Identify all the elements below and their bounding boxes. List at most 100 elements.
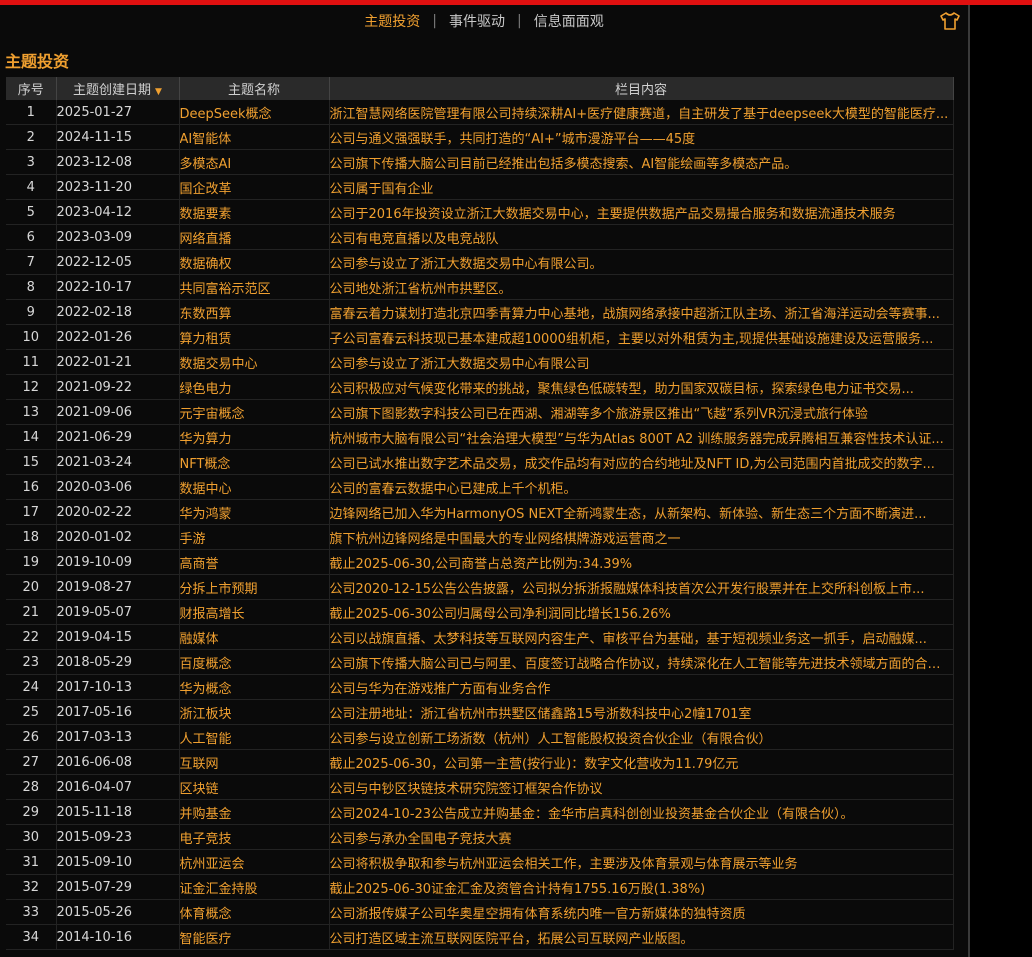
- row-theme-name[interactable]: 分拆上市预期: [179, 574, 330, 600]
- row-content: 公司与通义强强联手，共同打造的“AI+”城市漫游平台——45度: [329, 124, 954, 150]
- table-row[interactable]: 5 2023-04-12 数据要素 公司于2016年投资设立浙江大数据交易中心，主要提…: [6, 199, 954, 225]
- table-row[interactable]: 32 2015-07-29 证金汇金持股 截止2025-06-30证金汇金及资管合计持…: [6, 874, 954, 900]
- row-content: 公司与华为在游戏推广方面有业务合作: [329, 674, 954, 700]
- table-row[interactable]: 26 2017-03-13 人工智能 公司参与设立创新工场浙数（杭州）人工智能股权投资…: [6, 724, 954, 750]
- table-row[interactable]: 7 2022-12-05 数据确权 公司参与设立了浙江大数据交易中心有限公司。: [6, 249, 954, 275]
- table-row[interactable]: 23 2018-05-29 百度概念 公司旗下传播大脑公司已与阿里、百度签订战略合作协…: [6, 649, 954, 675]
- row-theme-name[interactable]: 浙江板块: [179, 699, 330, 725]
- shirt-icon[interactable]: [940, 12, 960, 30]
- row-index: 13: [6, 399, 57, 425]
- row-theme-name[interactable]: 手游: [179, 524, 330, 550]
- row-theme-name[interactable]: 证金汇金持股: [179, 874, 330, 900]
- row-theme-name[interactable]: 区块链: [179, 774, 330, 800]
- row-theme-name[interactable]: 百度概念: [179, 649, 330, 675]
- table-row[interactable]: 29 2015-11-18 并购基金 公司2024-10-23公告成立并购基金：金华市…: [6, 799, 954, 825]
- row-content: 截止2025-06-30证金汇金及资管合计持有1755.16万股(1.38%): [329, 874, 954, 900]
- row-theme-name[interactable]: 华为概念: [179, 674, 330, 700]
- row-theme-name[interactable]: 人工智能: [179, 724, 330, 750]
- table-row[interactable]: 31 2015-09-10 杭州亚运会 公司将积极争取和参与杭州亚运会相关工作，主要涉…: [6, 849, 954, 875]
- table-row[interactable]: 10 2022-01-26 算力租赁 子公司富春云科技现已基本建成超10000组机柜，…: [6, 324, 954, 350]
- row-theme-name[interactable]: 共同富裕示范区: [179, 274, 330, 300]
- table-row[interactable]: 17 2020-02-22 华为鸿蒙 边锋网络已加入华为HarmonyOS NEXT全…: [6, 499, 954, 525]
- row-theme-name[interactable]: 数据要素: [179, 199, 330, 225]
- row-theme-name[interactable]: AI智能体: [179, 124, 330, 150]
- row-date: 2019-08-27: [56, 574, 180, 600]
- row-index: 30: [6, 824, 57, 850]
- table-row[interactable]: 24 2017-10-13 华为概念 公司与华为在游戏推广方面有业务合作: [6, 674, 954, 700]
- table-row[interactable]: 12 2021-09-22 绿色电力 公司积极应对气候变化带来的挑战，聚焦绿色低碳转型…: [6, 374, 954, 400]
- table-row[interactable]: 30 2015-09-23 电子竞技 公司参与承办全国电子竞技大赛: [6, 824, 954, 850]
- row-theme-name[interactable]: 数据交易中心: [179, 349, 330, 375]
- table-row[interactable]: 3 2023-12-08 多模态AI 公司旗下传播大脑公司目前已经推出包括多模态搜索、…: [6, 149, 954, 175]
- row-theme-name[interactable]: 华为鸿蒙: [179, 499, 330, 525]
- row-content: 公司积极应对气候变化带来的挑战，聚焦绿色低碳转型，助力国家双碳目标，探索绿色电力…: [329, 374, 954, 400]
- tab-theme-investment[interactable]: 主题投资: [352, 11, 432, 31]
- row-index: 23: [6, 649, 57, 675]
- row-theme-name[interactable]: 网络直播: [179, 224, 330, 250]
- row-theme-name[interactable]: 电子竞技: [179, 824, 330, 850]
- table-row[interactable]: 6 2023-03-09 网络直播 公司有电竞直播以及电竞战队: [6, 224, 954, 250]
- row-theme-name[interactable]: 数据中心: [179, 474, 330, 500]
- row-theme-name[interactable]: 国企改革: [179, 174, 330, 200]
- row-index: 4: [6, 174, 57, 200]
- row-theme-name[interactable]: 体育概念: [179, 899, 330, 925]
- table-row[interactable]: 1 2025-01-27 DeepSeek概念 浙江智慧网络医院管理有限公司持续深耕A…: [6, 100, 954, 125]
- col-header-date[interactable]: 主题创建日期 ▼: [56, 77, 180, 100]
- row-theme-name[interactable]: 绿色电力: [179, 374, 330, 400]
- table-row[interactable]: 11 2022-01-21 数据交易中心 公司参与设立了浙江大数据交易中心有限公司: [6, 349, 954, 375]
- table-row[interactable]: 2 2024-11-15 AI智能体 公司与通义强强联手，共同打造的“AI+”城市漫游…: [6, 124, 954, 150]
- row-theme-name[interactable]: 融媒体: [179, 624, 330, 650]
- row-theme-name[interactable]: 并购基金: [179, 799, 330, 825]
- sort-desc-icon[interactable]: ▼: [155, 87, 162, 97]
- row-theme-name[interactable]: NFT概念: [179, 449, 330, 475]
- table-row[interactable]: 21 2019-05-07 财报高增长 截止2025-06-30公司归属母公司净利润同…: [6, 599, 954, 625]
- table-row[interactable]: 18 2020-01-02 手游 旗下杭州边锋网络是中国最大的专业网络棋牌游戏运营商之…: [6, 524, 954, 550]
- row-content: 公司与中钞区块链技术研究院签订框架合作协议: [329, 774, 954, 800]
- tab-info-overview[interactable]: 信息面面观: [522, 11, 616, 31]
- table-row[interactable]: 4 2023-11-20 国企改革 公司属于国有企业: [6, 174, 954, 200]
- row-index: 26: [6, 724, 57, 750]
- row-theme-name[interactable]: 数据确权: [179, 249, 330, 275]
- table-row[interactable]: 28 2016-04-07 区块链 公司与中钞区块链技术研究院签订框架合作协议: [6, 774, 954, 800]
- table-row[interactable]: 9 2022-02-18 东数西算 富春云着力谋划打造北京四季青算力中心基地，战旗网络…: [6, 299, 954, 325]
- col-header-content[interactable]: 栏目内容: [329, 77, 954, 100]
- row-date: 2025-01-27: [56, 100, 180, 125]
- table-row[interactable]: 8 2022-10-17 共同富裕示范区 公司地处浙江省杭州市拱墅区。: [6, 274, 954, 300]
- row-date: 2017-05-16: [56, 699, 180, 725]
- row-theme-name[interactable]: 东数西算: [179, 299, 330, 325]
- row-content: 公司地处浙江省杭州市拱墅区。: [329, 274, 954, 300]
- col-header-theme-name[interactable]: 主题名称: [179, 77, 330, 100]
- table-body: 1 2025-01-27 DeepSeek概念 浙江智慧网络医院管理有限公司持续深耕A…: [6, 100, 954, 950]
- table-row[interactable]: 34 2014-10-16 智能医疗 公司打造区域主流互联网医院平台，拓展公司互联网产…: [6, 924, 954, 950]
- table-row[interactable]: 13 2021-09-06 元宇宙概念 公司旗下图影数字科技公司已在西湖、湘湖等多个旅…: [6, 399, 954, 425]
- table-row[interactable]: 22 2019-04-15 融媒体 公司以战旗直播、太梦科技等互联网内容生产、审核平台…: [6, 624, 954, 650]
- table-row[interactable]: 20 2019-08-27 分拆上市预期 公司2020-12-15公告公告披露，公司拟…: [6, 574, 954, 600]
- row-date: 2022-01-21: [56, 349, 180, 375]
- table-row[interactable]: 15 2021-03-24 NFT概念 公司已试水推出数字艺术品交易，成交作品均有对应…: [6, 449, 954, 475]
- row-theme-name[interactable]: 杭州亚运会: [179, 849, 330, 875]
- row-theme-name[interactable]: 互联网: [179, 749, 330, 775]
- table-row[interactable]: 16 2020-03-06 数据中心 公司的富春云数据中心已建成上千个机柜。: [6, 474, 954, 500]
- row-theme-name[interactable]: 算力租赁: [179, 324, 330, 350]
- row-theme-name[interactable]: 智能医疗: [179, 924, 330, 950]
- row-theme-name[interactable]: 高商誉: [179, 549, 330, 575]
- table-row[interactable]: 25 2017-05-16 浙江板块 公司注册地址：浙江省杭州市拱墅区储鑫路15号浙数…: [6, 699, 954, 725]
- row-theme-name[interactable]: DeepSeek概念: [179, 100, 330, 125]
- row-date: 2023-12-08: [56, 149, 180, 175]
- table-row[interactable]: 27 2016-06-08 互联网 截止2025-06-30，公司第一主营(按行业)：…: [6, 749, 954, 775]
- row-date: 2020-01-02: [56, 524, 180, 550]
- row-content: 公司已试水推出数字艺术品交易，成交作品均有对应的合约地址及NFT ID,为公司范…: [329, 449, 954, 475]
- row-theme-name[interactable]: 华为算力: [179, 424, 330, 450]
- table-row[interactable]: 14 2021-06-29 华为算力 杭州城市大脑有限公司“社会治理大模型”与华为At…: [6, 424, 954, 450]
- table-row[interactable]: 33 2015-05-26 体育概念 公司浙报传媒子公司华奥星空拥有体育系统内唯一官方…: [6, 899, 954, 925]
- row-content: 公司将积极争取和参与杭州亚运会相关工作，主要涉及体育景观与体育展示等业务: [329, 849, 954, 875]
- row-content: 公司参与承办全国电子竞技大赛: [329, 824, 954, 850]
- row-index: 14: [6, 424, 57, 450]
- row-theme-name[interactable]: 多模态AI: [179, 149, 330, 175]
- table-row[interactable]: 19 2019-10-09 高商誉 截止2025-06-30,公司商誉占总资产比例为:…: [6, 549, 954, 575]
- col-header-index[interactable]: 序号: [6, 77, 57, 100]
- row-theme-name[interactable]: 元宇宙概念: [179, 399, 330, 425]
- tab-event-driven[interactable]: 事件驱动: [437, 11, 517, 31]
- row-theme-name[interactable]: 财报高增长: [179, 599, 330, 625]
- row-content: 子公司富春云科技现已基本建成超10000组机柜，主要以对外租赁为主,现提供基础设…: [329, 324, 954, 350]
